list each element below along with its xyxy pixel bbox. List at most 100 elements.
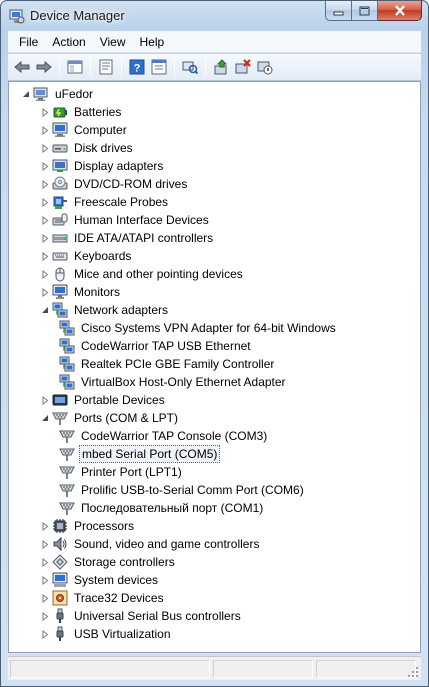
tree-category-row[interactable]: Network adapters bbox=[40, 301, 170, 319]
tree-category-row[interactable]: Display adapters bbox=[40, 157, 165, 175]
close-button[interactable] bbox=[378, 1, 422, 21]
uninstall-button[interactable] bbox=[232, 56, 254, 78]
tree-label-последовательный-порт-com1[interactable]: Последовательный порт (COM1) bbox=[79, 500, 265, 516]
maximize-button[interactable] bbox=[352, 1, 378, 21]
tree-root[interactable]: uFedor bbox=[21, 85, 95, 103]
tree-category-row[interactable]: USB Virtualization bbox=[40, 625, 173, 643]
tree-category-row[interactable]: Storage controllers bbox=[40, 553, 177, 571]
tree-label-cisco-systems-vpn-adapter-for-64-bit-windows[interactable]: Cisco Systems VPN Adapter for 64-bit Win… bbox=[79, 320, 338, 336]
expand-arrow-icon[interactable] bbox=[40, 103, 49, 121]
tree-category-row[interactable]: Computer bbox=[40, 121, 129, 139]
tree-device-row[interactable]: Realtek PCIe GBE Family Controller bbox=[59, 355, 276, 373]
back-button[interactable] bbox=[11, 56, 33, 78]
tree-category-row[interactable]: Sound, video and game controllers bbox=[40, 535, 261, 553]
expand-arrow-icon[interactable] bbox=[40, 553, 49, 571]
tree-label-usb-virtualization[interactable]: USB Virtualization bbox=[72, 626, 173, 642]
expand-arrow-icon[interactable] bbox=[40, 229, 49, 247]
tree-label-realtek-pcie-gbe-family-controller[interactable]: Realtek PCIe GBE Family Controller bbox=[79, 356, 276, 372]
tree-label-mice-and-other-pointing-devices[interactable]: Mice and other pointing devices bbox=[72, 266, 245, 282]
properties-sheet-button[interactable] bbox=[148, 56, 170, 78]
expand-arrow-icon[interactable] bbox=[40, 157, 49, 175]
tree-device-row[interactable]: Prolific USB-to-Serial Comm Port (COM6) bbox=[59, 481, 306, 499]
menu-file[interactable]: File bbox=[12, 32, 45, 52]
tree-label-universal-serial-bus-controllers[interactable]: Universal Serial Bus controllers bbox=[72, 608, 243, 624]
expand-arrow-icon[interactable] bbox=[40, 265, 49, 283]
expand-arrow-icon[interactable] bbox=[40, 535, 49, 553]
tree-label-freescale-probes[interactable]: Freescale Probes bbox=[72, 194, 170, 210]
tree-label-processors[interactable]: Processors bbox=[72, 518, 136, 534]
tree-label-computer[interactable]: Computer bbox=[72, 122, 129, 138]
tree-label-dvd-cd-rom-drives[interactable]: DVD/CD-ROM drives bbox=[72, 176, 189, 192]
tree-category-row[interactable]: Processors bbox=[40, 517, 136, 535]
tree-device-row[interactable]: mbed Serial Port (COM5) bbox=[59, 445, 221, 463]
menu-help[interactable]: Help bbox=[133, 32, 172, 52]
expand-arrow-icon[interactable] bbox=[40, 121, 49, 139]
expand-arrow-icon[interactable] bbox=[40, 517, 49, 535]
menu-action[interactable]: Action bbox=[45, 32, 92, 52]
tree-label-disk-drives[interactable]: Disk drives bbox=[72, 140, 135, 156]
tree-label-printer-port-lpt1[interactable]: Printer Port (LPT1) bbox=[79, 464, 184, 480]
tree-category-row[interactable]: DVD/CD-ROM drives bbox=[40, 175, 189, 193]
tree-label-codewarrior-tap-console-com3[interactable]: CodeWarrior TAP Console (COM3) bbox=[79, 428, 269, 444]
tree-category-row[interactable]: Trace32 Devices bbox=[40, 589, 166, 607]
tree-category-row[interactable]: Human Interface Devices bbox=[40, 211, 211, 229]
expand-arrow-icon[interactable] bbox=[40, 247, 49, 265]
tree-label-portable-devices[interactable]: Portable Devices bbox=[72, 392, 167, 408]
tree-category-row[interactable]: Disk drives bbox=[40, 139, 135, 157]
collapse-arrow-icon[interactable] bbox=[21, 85, 30, 103]
tree-root-label[interactable]: uFedor bbox=[53, 86, 95, 102]
tree-device-row[interactable]: CodeWarrior TAP USB Ethernet bbox=[59, 337, 253, 355]
expand-arrow-icon[interactable] bbox=[40, 193, 49, 211]
tree-device-row[interactable]: Cisco Systems VPN Adapter for 64-bit Win… bbox=[59, 319, 338, 337]
expand-arrow-icon[interactable] bbox=[40, 625, 49, 643]
tree-label-prolific-usb-to-serial-comm-port-com6[interactable]: Prolific USB-to-Serial Comm Port (COM6) bbox=[79, 482, 306, 498]
tree-label-virtualbox-host-only-ethernet-adapter[interactable]: VirtualBox Host-Only Ethernet Adapter bbox=[79, 374, 288, 390]
disable-button[interactable] bbox=[254, 56, 276, 78]
help-button[interactable]: ? bbox=[126, 56, 148, 78]
tree-label-mbed-serial-port-com5[interactable]: mbed Serial Port (COM5) bbox=[79, 445, 221, 463]
tree-label-storage-controllers[interactable]: Storage controllers bbox=[72, 554, 177, 570]
collapse-arrow-icon[interactable] bbox=[40, 301, 49, 319]
tree-label-batteries[interactable]: Batteries bbox=[72, 104, 123, 120]
tree-label-codewarrior-tap-usb-ethernet[interactable]: CodeWarrior TAP USB Ethernet bbox=[79, 338, 253, 354]
tree-label-ide-ata-atapi-controllers[interactable]: IDE ATA/ATAPI controllers bbox=[72, 230, 215, 246]
expand-arrow-icon[interactable] bbox=[40, 391, 49, 409]
tree-category-row[interactable]: IDE ATA/ATAPI controllers bbox=[40, 229, 215, 247]
minimize-button[interactable] bbox=[325, 1, 352, 21]
menu-view[interactable]: View bbox=[93, 32, 133, 52]
scan-hardware-button[interactable] bbox=[179, 56, 201, 78]
tree-category-row[interactable]: Freescale Probes bbox=[40, 193, 170, 211]
tree-device-row[interactable]: Последовательный порт (COM1) bbox=[59, 499, 265, 517]
tree-category-row[interactable]: Universal Serial Bus controllers bbox=[40, 607, 243, 625]
title-bar[interactable]: Device Manager bbox=[1, 1, 428, 31]
tree-category-row[interactable]: Batteries bbox=[40, 103, 123, 121]
resize-grip-icon[interactable] bbox=[407, 666, 419, 678]
forward-button[interactable] bbox=[33, 56, 55, 78]
tree-device-row[interactable]: Printer Port (LPT1) bbox=[59, 463, 184, 481]
expand-arrow-icon[interactable] bbox=[40, 283, 49, 301]
tree-category-row[interactable]: Ports (COM & LPT) bbox=[40, 409, 180, 427]
expand-arrow-icon[interactable] bbox=[40, 139, 49, 157]
expand-arrow-icon[interactable] bbox=[40, 589, 49, 607]
expand-arrow-icon[interactable] bbox=[40, 211, 49, 229]
expand-arrow-icon[interactable] bbox=[40, 607, 49, 625]
tree-label-network-adapters[interactable]: Network adapters bbox=[72, 302, 170, 318]
tree-label-monitors[interactable]: Monitors bbox=[72, 284, 122, 300]
tree-device-row[interactable]: VirtualBox Host-Only Ethernet Adapter bbox=[59, 373, 288, 391]
tree-label-sound-video-and-game-controllers[interactable]: Sound, video and game controllers bbox=[72, 536, 261, 552]
tree-label-human-interface-devices[interactable]: Human Interface Devices bbox=[72, 212, 211, 228]
collapse-arrow-icon[interactable] bbox=[40, 409, 49, 427]
tree-label-ports-com-lpt[interactable]: Ports (COM & LPT) bbox=[72, 410, 180, 426]
tree-label-keyboards[interactable]: Keyboards bbox=[72, 248, 133, 264]
tree-device-row[interactable]: CodeWarrior TAP Console (COM3) bbox=[59, 427, 269, 445]
tree-label-system-devices[interactable]: System devices bbox=[72, 572, 160, 588]
properties-button[interactable] bbox=[95, 56, 117, 78]
show-hide-console-tree-button[interactable] bbox=[64, 56, 86, 78]
tree-category-row[interactable]: System devices bbox=[40, 571, 160, 589]
expand-arrow-icon[interactable] bbox=[40, 571, 49, 589]
update-driver-button[interactable] bbox=[210, 56, 232, 78]
tree-category-row[interactable]: Mice and other pointing devices bbox=[40, 265, 245, 283]
expand-arrow-icon[interactable] bbox=[40, 175, 49, 193]
tree-category-row[interactable]: Monitors bbox=[40, 283, 122, 301]
tree-category-row[interactable]: Keyboards bbox=[40, 247, 133, 265]
